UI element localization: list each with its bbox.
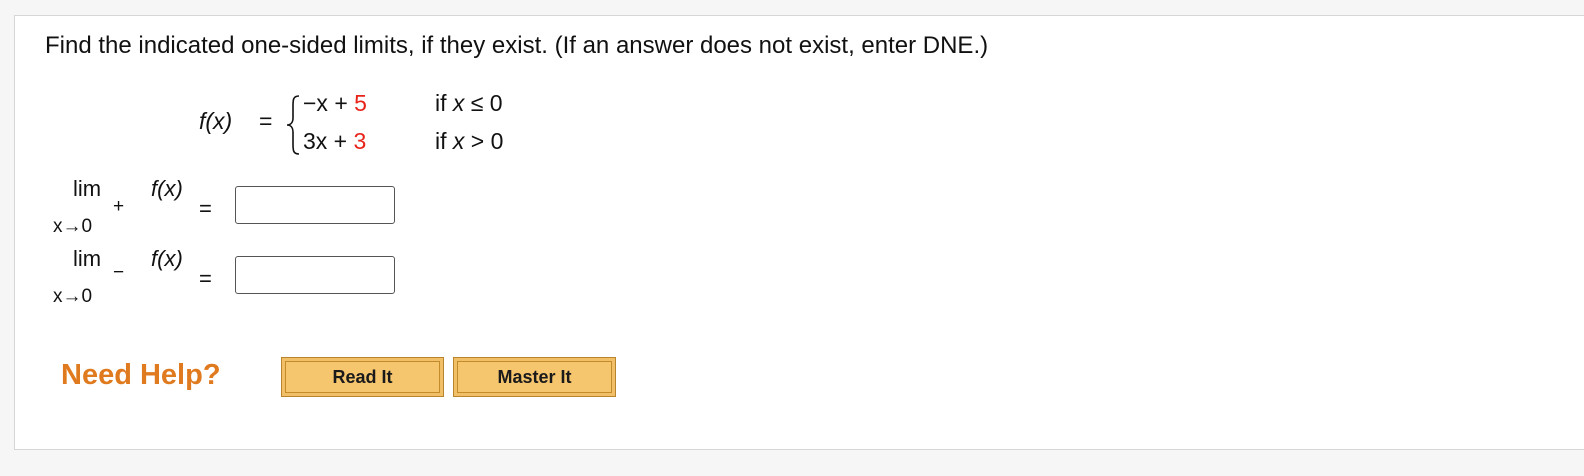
case-1-constant: 5 xyxy=(354,90,367,116)
lim-label: lim xyxy=(73,176,102,201)
lim-function: f(x) xyxy=(151,246,183,271)
left-limit-answer-input[interactable] xyxy=(235,256,395,294)
lim-side-plus: + xyxy=(113,196,125,217)
case-2-var: x xyxy=(452,128,465,154)
left-limit-row: lim f(x) x→0 − = xyxy=(53,246,413,307)
lim-side-minus: − xyxy=(113,262,125,283)
case-2-if: if xyxy=(435,128,453,154)
master-it-label: Master It xyxy=(457,361,612,393)
case-condition-1: if x ≤ 0 xyxy=(435,90,503,117)
case-1-term: −x + xyxy=(303,90,355,116)
case-expression-1: −x + 5 xyxy=(303,90,367,117)
case-1-inequality: ≤ 0 xyxy=(464,90,503,116)
function-equals: = xyxy=(259,108,273,134)
read-it-button[interactable]: Read It xyxy=(281,357,444,397)
case-1-if: if xyxy=(435,90,453,116)
lim-approach: x→0 xyxy=(53,216,93,237)
read-it-label: Read It xyxy=(285,361,440,393)
lim-label: lim xyxy=(73,246,102,271)
piecewise-function: f(x) = −x + 5 if x ≤ 0 3x + 3 if x > 0 xyxy=(199,90,579,160)
case-2-term: 3x + xyxy=(303,128,354,154)
lim-function: f(x) xyxy=(151,176,183,201)
lim-equals: = xyxy=(199,266,212,291)
brace-icon xyxy=(286,95,300,155)
right-limit-answer-input[interactable] xyxy=(235,186,395,224)
case-2-inequality: > 0 xyxy=(464,128,504,154)
lim-equals: = xyxy=(199,196,212,221)
case-2-constant: 3 xyxy=(353,128,367,154)
help-section: Need Help? Read It Master It xyxy=(61,356,621,400)
function-label: f(x) xyxy=(199,108,233,134)
question-prompt: Find the indicated one-sided limits, if … xyxy=(45,32,989,59)
case-expression-2: 3x + 3 xyxy=(303,128,366,155)
lim-approach: x→0 xyxy=(53,286,93,307)
case-1-var: x xyxy=(452,90,465,116)
right-limit-row: lim f(x) x→0 + = xyxy=(53,176,413,237)
question-panel: Find the indicated one-sided limits, if … xyxy=(14,15,1584,450)
master-it-button[interactable]: Master It xyxy=(453,357,616,397)
case-condition-2: if x > 0 xyxy=(435,128,503,155)
need-help-label: Need Help? xyxy=(61,359,221,391)
